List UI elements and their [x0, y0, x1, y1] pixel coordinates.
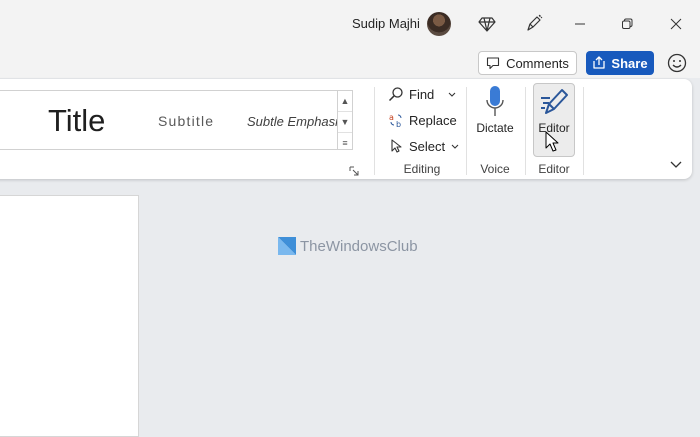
select-label: Select: [409, 138, 446, 154]
share-icon: [593, 56, 606, 69]
watermark: TheWindowsClub: [278, 237, 418, 255]
diamond-icon[interactable]: [475, 12, 499, 36]
restore-icon[interactable]: [604, 8, 650, 40]
share-label: Share: [611, 55, 648, 71]
chevron-down-icon[interactable]: [450, 141, 460, 151]
user-name[interactable]: Sudip Majhi: [352, 16, 420, 31]
find-label: Find: [409, 86, 435, 102]
editor-group-label: Editor: [538, 162, 570, 176]
style-subtitle[interactable]: Subtitle: [158, 91, 215, 149]
find-button[interactable]: Find: [388, 86, 457, 102]
group-separator: [583, 87, 584, 175]
comment-icon: [487, 57, 500, 70]
watermark-logo-icon: [278, 237, 296, 255]
ribbon: 2 Title Subtitle Subtle Emphasis ▲ ▼ ≡ F…: [0, 79, 692, 179]
group-separator: [525, 87, 526, 175]
dictate-button[interactable]: Dictate: [473, 85, 517, 135]
replace-icon: ab: [389, 113, 402, 128]
svg-text:b: b: [396, 120, 401, 128]
minimize-icon[interactable]: [557, 8, 603, 40]
styles-gallery-scroll: ▲ ▼ ≡: [337, 90, 353, 150]
comments-button[interactable]: Comments: [478, 51, 577, 75]
collapse-ribbon-icon[interactable]: [668, 157, 684, 173]
styles-gallery: 2 Title Subtitle Subtle Emphasis: [0, 90, 338, 150]
gallery-down-icon[interactable]: ▼: [338, 112, 352, 133]
dictate-label: Dictate: [476, 121, 514, 135]
microphone-icon: [486, 86, 504, 116]
smiley-feedback-icon[interactable]: [666, 52, 688, 74]
editing-group-label: Editing: [403, 162, 441, 176]
replace-button[interactable]: ab Replace: [388, 112, 457, 129]
gallery-more-icon[interactable]: ≡: [338, 133, 352, 153]
pen-sparkle-icon[interactable]: [522, 12, 546, 36]
voice-group-label: Voice: [480, 162, 510, 176]
editor-button-content[interactable]: Editor: [533, 85, 575, 135]
style-subtle-emphasis[interactable]: Subtle Emphasis: [247, 91, 338, 149]
replace-label: Replace: [409, 112, 457, 128]
svg-text:a: a: [389, 113, 394, 122]
title-bar: Sudip Majhi: [0, 0, 700, 48]
style-label: Title: [48, 103, 106, 138]
mouse-pointer-icon: [545, 131, 559, 153]
select-cursor-icon: [391, 139, 402, 153]
select-button[interactable]: Select: [388, 138, 460, 154]
style-title[interactable]: Title: [48, 91, 106, 149]
chevron-down-icon[interactable]: [447, 89, 457, 99]
action-bar: Comments Share: [0, 48, 700, 78]
style-label: Subtle Emphasis: [247, 113, 338, 129]
group-separator: [374, 87, 375, 175]
avatar[interactable]: [427, 12, 451, 36]
comments-label: Comments: [506, 55, 569, 71]
styles-dialog-launcher-icon[interactable]: [349, 163, 359, 176]
style-label: Subtitle: [158, 113, 215, 129]
share-button[interactable]: Share: [586, 51, 654, 75]
document-page[interactable]: [0, 195, 139, 437]
editor-pen-icon: [541, 89, 568, 114]
search-icon: [388, 87, 403, 102]
close-icon[interactable]: [653, 8, 699, 40]
watermark-text: TheWindowsClub: [300, 237, 418, 255]
group-separator: [466, 87, 467, 175]
gallery-up-icon[interactable]: ▲: [338, 91, 352, 112]
